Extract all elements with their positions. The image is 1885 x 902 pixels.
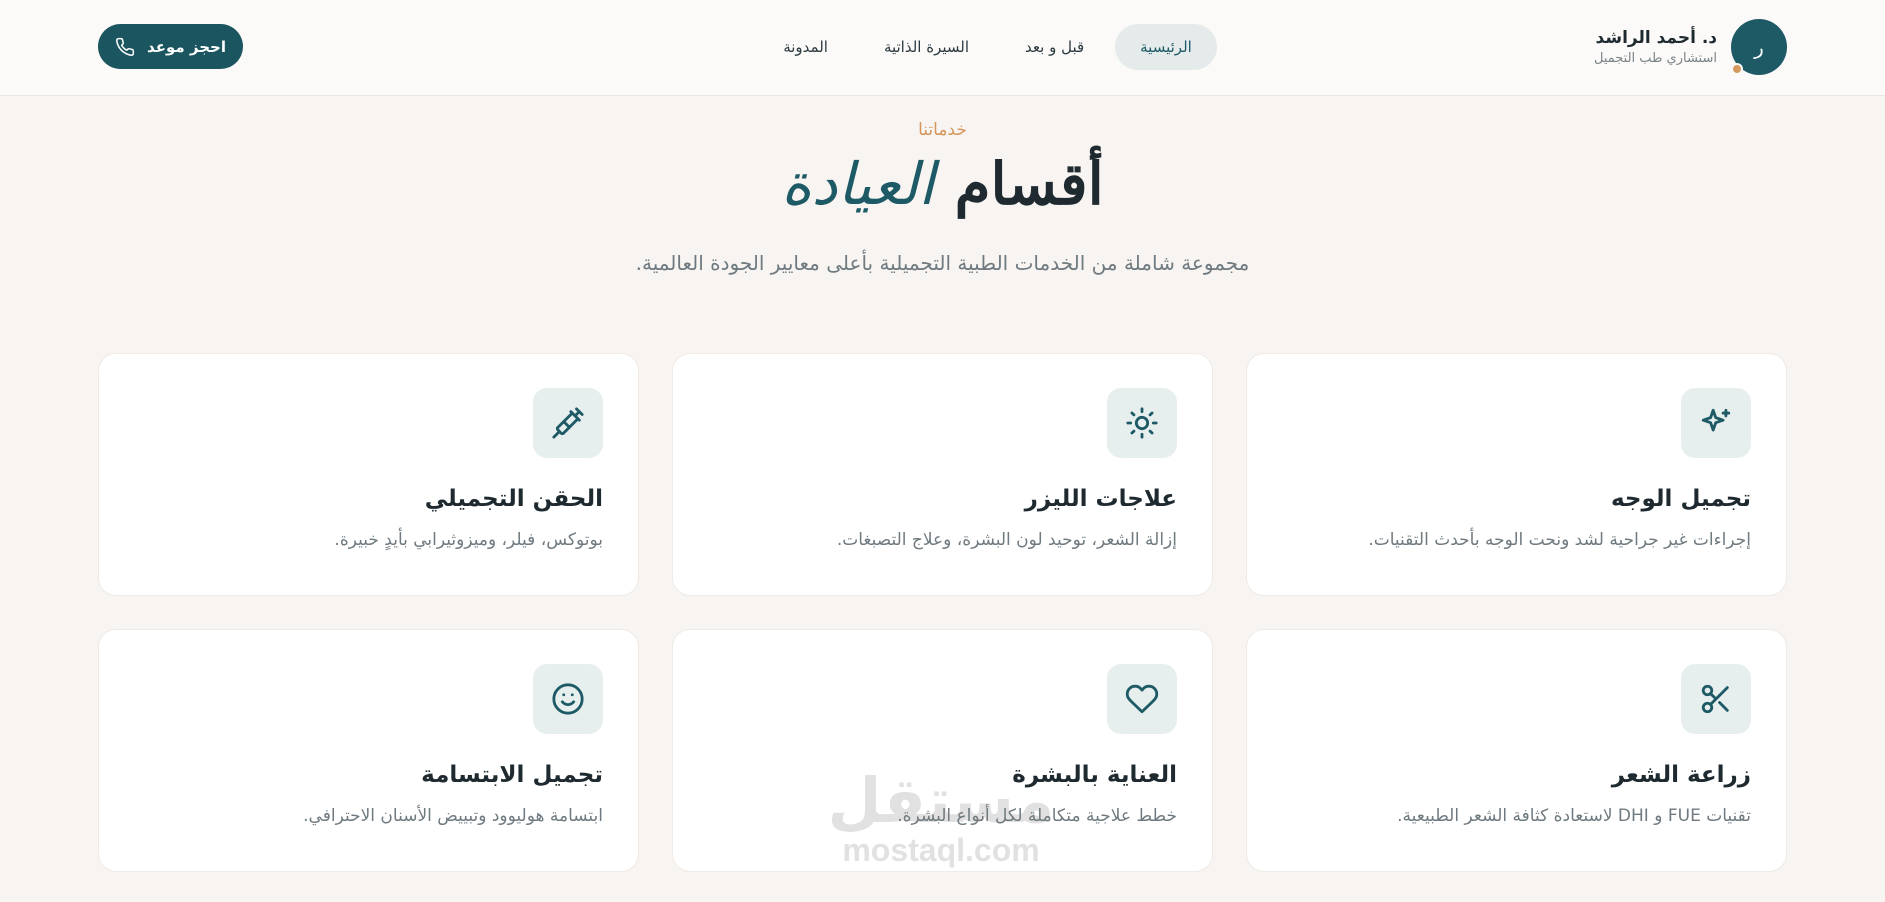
sun-icon (1126, 407, 1158, 439)
card-title: الحقن التجميلي (424, 486, 603, 512)
card-title: علاجات الليزر (1024, 486, 1177, 512)
nav-item-before-after[interactable]: قبل و بعد (1000, 24, 1109, 70)
section-eyebrow: خدماتنا (918, 120, 967, 140)
section-title-accent: العيادة (781, 150, 935, 218)
book-appointment-button[interactable]: احجز موعد (98, 24, 243, 69)
card-icon-box (1681, 388, 1751, 458)
services-grid: تجميل الوجه إجراءات غير جراحية لشد ونحت … (98, 353, 1787, 872)
phone-icon (116, 37, 135, 56)
service-card-hair[interactable]: زراعة الشعر تقنيات FUE و DHI لاستعادة كث… (1246, 629, 1787, 872)
card-title: تجميل الابتسامة (421, 762, 603, 788)
card-description: بوتوكس، فيلر، وميزوثيرابي بأيدٍ خبيرة. (334, 530, 603, 550)
card-title: العناية بالبشرة (1012, 762, 1177, 788)
book-button-label: احجز موعد (147, 37, 226, 56)
syringe-icon (552, 407, 584, 439)
service-card-skin[interactable]: العناية بالبشرة خطط علاجية متكاملة لكل أ… (672, 629, 1213, 872)
nav-item-cv[interactable]: السيرة الذاتية (859, 24, 994, 70)
smile-icon (552, 683, 584, 715)
service-card-face[interactable]: تجميل الوجه إجراءات غير جراحية لشد ونحت … (1246, 353, 1787, 596)
heart-icon (1125, 684, 1159, 714)
nav-item-blog[interactable]: المدونة (758, 24, 853, 70)
card-icon-box (1107, 664, 1177, 734)
card-description: تقنيات FUE و DHI لاستعادة كثافة الشعر ال… (1397, 806, 1751, 826)
card-icon-box (533, 388, 603, 458)
card-icon-box (533, 664, 603, 734)
sparkles-icon (1701, 408, 1731, 432)
nav-item-home[interactable]: الرئيسية (1115, 24, 1217, 70)
section-title: أقسام العيادة (0, 150, 1885, 218)
section-title-main: أقسام (954, 150, 1104, 218)
card-description: إزالة الشعر، توحيد لون البشرة، وعلاج الت… (836, 530, 1177, 550)
main-nav: الرئيسية قبل و بعد السيرة الذاتية المدون… (0, 24, 1885, 70)
service-card-laser[interactable]: علاجات الليزر إزالة الشعر، توحيد لون الب… (672, 353, 1213, 596)
card-icon-box (1681, 664, 1751, 734)
service-card-smile[interactable]: تجميل الابتسامة ابتسامة هوليوود وتبييض ا… (98, 629, 639, 872)
card-description: ابتسامة هوليوود وتبييض الأسنان الاحترافي… (303, 806, 603, 826)
section-description: مجموعة شاملة من الخدمات الطبية التجميلية… (635, 251, 1250, 275)
service-card-injections[interactable]: الحقن التجميلي بوتوكس، فيلر، وميزوثيرابي… (98, 353, 639, 596)
card-icon-box (1107, 388, 1177, 458)
nav-items: الرئيسية قبل و بعد السيرة الذاتية المدون… (758, 24, 1217, 70)
card-title: زراعة الشعر (1611, 762, 1751, 788)
card-description: خطط علاجية متكاملة لكل أنواع البشرة. (897, 806, 1177, 826)
site-header: ر د. أحمد الراشد استشاري طب التجميل الرئ… (0, 0, 1885, 96)
card-description: إجراءات غير جراحية لشد ونحت الوجه بأحدث … (1368, 530, 1751, 550)
scissors-icon (1701, 684, 1729, 714)
card-title: تجميل الوجه (1610, 486, 1751, 512)
